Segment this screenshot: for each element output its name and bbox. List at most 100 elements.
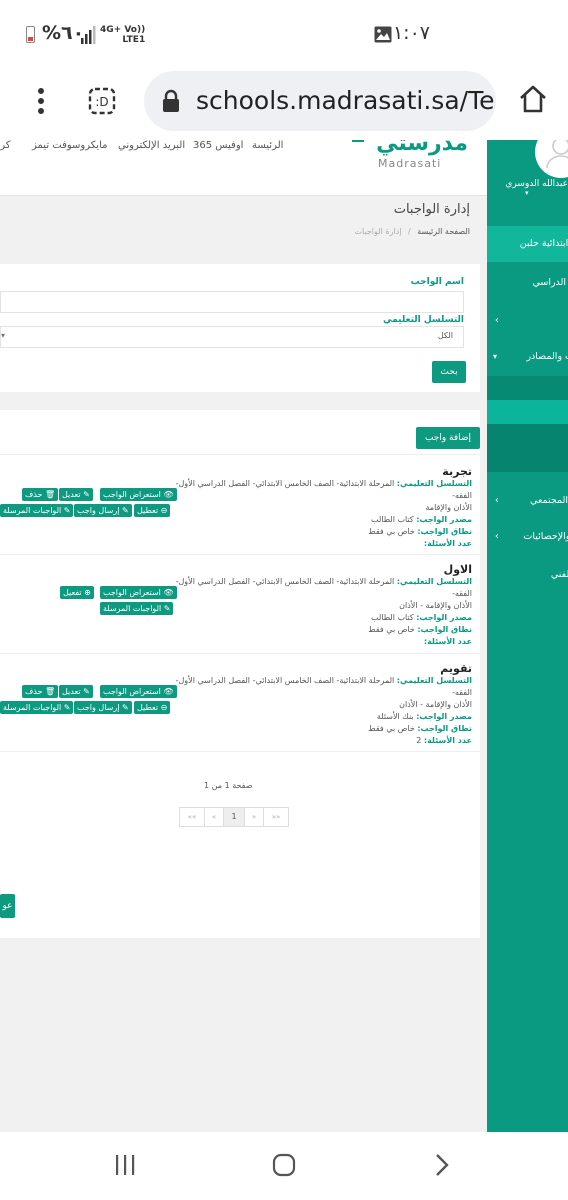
page-title: إدارة الواجبات	[393, 202, 470, 217]
delete-button[interactable]: 🗑 حذف	[22, 488, 59, 501]
add-assignment-button[interactable]: إضافة واجب	[416, 427, 480, 449]
hierarchy-select[interactable]: الكل ▾	[0, 326, 464, 348]
nav-link-home[interactable]: الرئيسة	[252, 140, 283, 151]
sidebar-item-resources[interactable]: ▾ ت والمصادر	[487, 338, 568, 376]
sidebar-subitem-active[interactable]	[487, 400, 568, 424]
edit-icon: ✎	[80, 490, 90, 499]
battery-icon	[26, 26, 35, 43]
signal-icon	[81, 26, 97, 48]
delete-button[interactable]: 🗑 حذف	[22, 685, 59, 698]
user-icon	[546, 140, 568, 169]
user-dropdown-icon[interactable]: ▾	[525, 189, 529, 197]
plus-circle-icon: ⊕	[81, 588, 91, 597]
hierarchy-label: التسلسل التعليمي	[383, 315, 464, 325]
assignment-item: الاول التسلسل التعليمي: المرحلة الابتدائ…	[0, 554, 480, 654]
edit-icon: ✎	[61, 703, 71, 712]
send-assignment-button[interactable]: ✎ إرسال واجب	[74, 701, 132, 714]
disable-button[interactable]: ⊖ تعطيل	[134, 701, 171, 714]
avatar[interactable]	[535, 140, 568, 178]
battery-percent: %٦٠	[42, 22, 85, 44]
search-button[interactable]: بحث	[432, 361, 466, 383]
edit-icon: ✎	[161, 604, 171, 613]
assignment-title[interactable]: الاول	[172, 564, 472, 576]
eye-icon: 👁	[160, 687, 174, 696]
pagination-first[interactable]: ««	[180, 808, 205, 826]
menu-toggle-icon[interactable]	[352, 140, 364, 142]
address-bar[interactable]: schools.madrasati.sa/Tea	[144, 71, 496, 131]
disable-button[interactable]: ⊖ تعطيل	[134, 504, 171, 517]
preview-assignment-button[interactable]: 👁 استعراض الواجب	[100, 685, 177, 698]
lock-icon	[162, 89, 180, 117]
pagination-prev[interactable]: «	[205, 808, 224, 826]
edit-button[interactable]: ✎ تعديل	[59, 685, 93, 698]
top-navigation: الرئيسة أوفيس 365 البريد الإلكتروني مايك…	[0, 140, 487, 196]
tab-switcher-icon[interactable]: :D	[88, 87, 116, 119]
assignment-name-input[interactable]	[0, 291, 464, 313]
nav-link-email[interactable]: البريد الإلكتروني	[118, 140, 185, 151]
nav-link-groups[interactable]: كروب	[0, 140, 11, 151]
sent-assignments-button[interactable]: ✎ الواجبات المرسلة	[0, 504, 74, 517]
status-bar: %٦٠ 4G+ Vo)) LTE1 ١:٠٧	[0, 0, 568, 64]
select-caret-icon: ▾	[1, 331, 6, 340]
sidebar-item-community[interactable]: › ل المجتمعي	[487, 482, 568, 520]
pagination-last[interactable]: »»	[264, 808, 288, 826]
recent-apps-icon[interactable]	[114, 1154, 136, 1180]
preview-assignment-button[interactable]: 👁 استعراض الواجب	[100, 488, 177, 501]
edit-icon: ✎	[119, 506, 129, 515]
chevron-left-icon: ›	[495, 531, 499, 542]
sidebar-subitem[interactable]	[487, 376, 568, 400]
sidebar-item-study[interactable]: ل الدراسي	[487, 264, 568, 302]
nav-link-office365[interactable]: أوفيس 365	[193, 140, 243, 151]
breadcrumb-current: إدارة الواجبات	[354, 227, 402, 236]
minus-circle-icon: ⊖	[158, 703, 168, 712]
breadcrumb: الصفحة الرئيسة / إدارة الواجبات	[354, 227, 470, 236]
sidebar-item-technical[interactable]: الفني	[487, 556, 568, 594]
web-page: الرئيسة أوفيس 365 البريد الإلكتروني مايك…	[0, 140, 568, 1132]
more-vert-icon[interactable]	[36, 88, 46, 118]
browser-toolbar: :D schools.madrasati.sa/Tea	[0, 64, 568, 140]
back-arrow-icon[interactable]	[434, 1153, 450, 1181]
eye-icon: 👁	[160, 490, 174, 499]
preview-assignment-button[interactable]: 👁 استعراض الواجب	[100, 586, 177, 599]
home-button-icon[interactable]	[272, 1153, 296, 1181]
sidebar-subitem[interactable]	[487, 424, 568, 472]
sidebar-item-reports[interactable]: › ر والإحصائيات	[487, 518, 568, 556]
chevron-left-icon: ›	[495, 315, 499, 326]
trash-icon: 🗑	[42, 687, 56, 696]
assignment-item: تقويم التسلسل التعليمي: المرحلة الابتدائ…	[0, 653, 480, 752]
pagination: «« « 1 » »»	[179, 807, 289, 827]
assignments-list-card: إضافة واجب تجربة التسلسل التعليمي: المرح…	[0, 410, 480, 938]
back-button[interactable]: عو	[0, 894, 15, 918]
assignment-title[interactable]: تجربة	[172, 466, 472, 478]
send-assignment-button[interactable]: ✎ إرسال واجب	[74, 504, 132, 517]
sidebar: عبدالله الدوسري ▾ – ابتدائية حلبن ل الدر…	[487, 140, 568, 1132]
sidebar-item-school[interactable]: – ابتدائية حلبن	[487, 226, 568, 262]
system-navigation-bar	[0, 1132, 568, 1200]
svg-text::D: :D	[95, 95, 108, 109]
edit-icon: ✎	[119, 703, 129, 712]
assignment-title[interactable]: تقويم	[172, 663, 472, 675]
pagination-current[interactable]: 1	[224, 808, 245, 826]
image-notification-icon	[374, 26, 392, 47]
edit-icon: ✎	[61, 506, 71, 515]
madrasati-logo[interactable]: مدرستي Madrasati	[376, 140, 468, 170]
page-header: إدارة الواجبات الصفحة الرئيسة / إدارة ال…	[0, 196, 480, 248]
edit-button[interactable]: ✎ تعديل	[59, 488, 93, 501]
edit-icon: ✎	[80, 687, 90, 696]
enable-button[interactable]: ⊕ تفعيل	[60, 586, 94, 599]
chevron-left-icon: ›	[495, 495, 499, 506]
sidebar-item-collapsed[interactable]: ›	[487, 302, 568, 340]
sent-assignments-button[interactable]: ✎ الواجبات المرسلة	[0, 701, 74, 714]
sent-assignments-button[interactable]: ✎ الواجبات المرسلة	[100, 602, 174, 615]
url-text: schools.madrasati.sa/Tea	[196, 86, 496, 115]
search-card: اسم الواجب التسلسل التعليمي الكل ▾ بحث	[0, 264, 480, 392]
breadcrumb-home[interactable]: الصفحة الرئيسة	[417, 227, 470, 236]
breadcrumb-separator: /	[407, 227, 411, 236]
minus-circle-icon: ⊖	[158, 506, 168, 515]
chevron-down-icon: ▾	[493, 352, 498, 361]
pagination-summary: صفحة 1 من 1	[204, 781, 253, 790]
user-name[interactable]: عبدالله الدوسري	[505, 179, 568, 189]
nav-link-teams[interactable]: مايكروسوفت تيمز	[32, 140, 107, 151]
pagination-next[interactable]: »	[245, 808, 264, 826]
home-icon[interactable]	[518, 84, 548, 118]
